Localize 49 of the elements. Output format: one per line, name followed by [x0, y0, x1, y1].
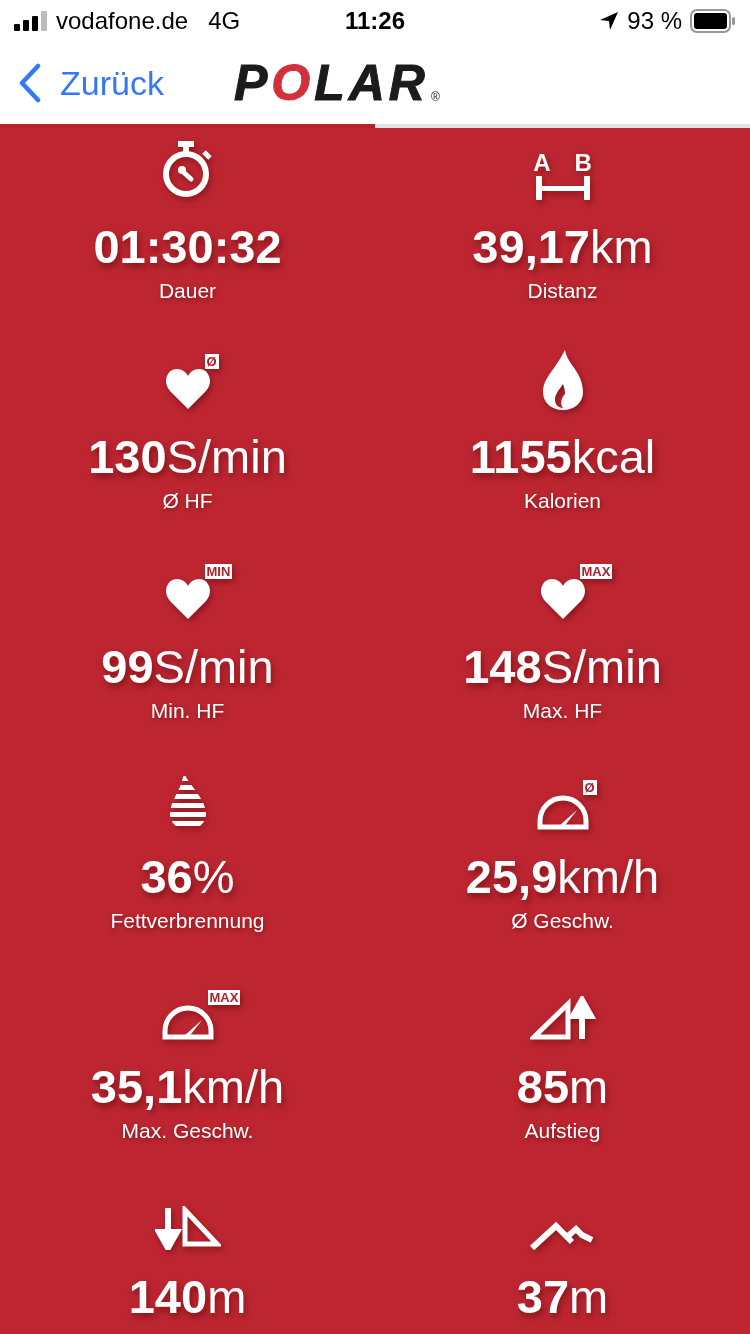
- icon-badge: MAX: [207, 990, 241, 1005]
- ascent-icon: [529, 996, 596, 1040]
- signal-icon: [14, 11, 48, 31]
- metric-label: Kalorien: [523, 488, 602, 514]
- icon-badge: MAX: [579, 564, 613, 579]
- network-type: 4G: [208, 7, 241, 35]
- icon-badge: MIN: [204, 564, 233, 579]
- location-arrow-icon: [599, 11, 620, 31]
- metric-value: 1155kcal: [469, 430, 656, 484]
- icon-badge: Ø: [582, 780, 597, 795]
- carrier-name: vodafone.de: [56, 7, 189, 35]
- registered-mark: ®: [430, 90, 440, 104]
- metric-value: 130S/min: [88, 430, 287, 484]
- mountain-icon: [529, 1220, 596, 1250]
- metric-label: Distanz: [527, 278, 598, 304]
- metric-label: Aufstieg: [524, 1118, 601, 1144]
- metric-label: Min. HF: [150, 698, 225, 724]
- point-label: A: [533, 150, 551, 176]
- metric-value: 01:30:32: [93, 220, 282, 274]
- battery-icon: [690, 9, 736, 33]
- point-label: B: [574, 150, 592, 176]
- metric-value: 99S/min: [101, 640, 274, 694]
- heart-icon: [164, 368, 211, 410]
- heart-icon: [539, 578, 586, 620]
- metric-label: Max. HF: [522, 698, 603, 724]
- metric-label: Max. Geschw.: [121, 1118, 254, 1144]
- metric-value: 148S/min: [463, 640, 662, 694]
- metric-value: 85m: [516, 1060, 609, 1114]
- metric-value: 39,17km: [472, 220, 653, 274]
- metric-value: 140m: [128, 1270, 247, 1324]
- descent-icon: [154, 1206, 221, 1250]
- speedometer-icon: [536, 794, 589, 830]
- metric-label: Ø Geschw.: [511, 908, 614, 934]
- metric-label: Dauer: [158, 278, 217, 304]
- back-button[interactable]: Zurück: [18, 63, 164, 103]
- metric-value: 36%: [140, 850, 235, 904]
- metric-label: Ø HF: [162, 488, 213, 514]
- metric-value: 35,1km/h: [90, 1060, 285, 1114]
- chevron-left-icon: [18, 63, 42, 103]
- flame-icon: [542, 350, 583, 410]
- metric-value: 37m: [516, 1270, 609, 1324]
- metric-value: 25,9km/h: [465, 850, 660, 904]
- clock-time: 11:26: [344, 7, 406, 35]
- speedometer-icon: [161, 1004, 214, 1040]
- heart-icon: [164, 578, 211, 620]
- polar-logo: POLAR: [233, 54, 429, 112]
- metric-label: Fettverbrennung: [110, 908, 265, 934]
- battery-percentage: 93 %: [627, 7, 682, 35]
- icon-badge: Ø: [204, 354, 219, 369]
